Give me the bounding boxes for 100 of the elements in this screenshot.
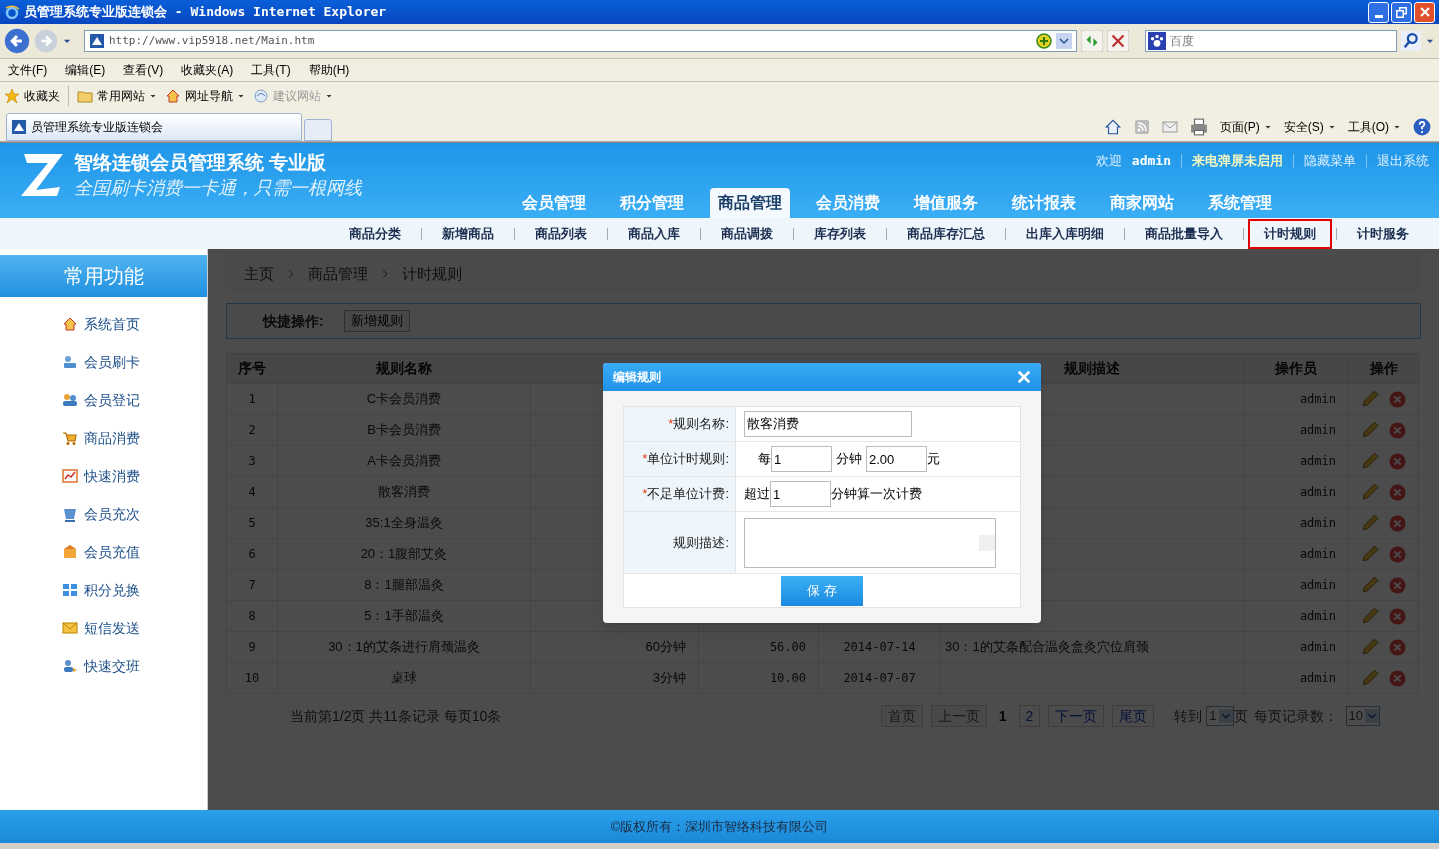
partial-prefix: 超过 bbox=[744, 485, 770, 504]
person-arrow-icon bbox=[62, 658, 78, 674]
sidebar-item[interactable]: 会员充值 bbox=[0, 533, 207, 571]
username: admin bbox=[1131, 152, 1171, 170]
subnav-tab[interactable]: 商品分类 bbox=[333, 218, 417, 249]
subnav-tab[interactable]: 商品调拨 bbox=[705, 218, 789, 249]
table-cell: 30：1的艾条配合温灸盒灸穴位肩颈 bbox=[945, 639, 1149, 655]
favorites-item[interactable]: 网址导航 bbox=[165, 87, 245, 105]
feed-button[interactable] bbox=[1133, 119, 1150, 135]
menu-item[interactable]: 查看(V) bbox=[123, 61, 164, 79]
help-button[interactable] bbox=[1413, 118, 1431, 136]
threshold-field[interactable]: 1 bbox=[770, 481, 831, 507]
minimize-button[interactable] bbox=[1368, 1, 1389, 23]
sidebar-item[interactable]: 短信发送 bbox=[0, 609, 207, 647]
favorites-item[interactable]: 收藏夹 bbox=[4, 87, 60, 105]
column-header: 规则名称 bbox=[376, 360, 432, 376]
field-label: 规则描述: bbox=[673, 533, 729, 552]
price-field[interactable]: 2.00 bbox=[866, 446, 927, 472]
slogan: 全国刷卡消费一卡通，只需一根网线 bbox=[74, 176, 362, 200]
subnav-tab[interactable]: 出库入库明细 bbox=[1010, 218, 1120, 249]
command-menu[interactable]: 页面(P) bbox=[1219, 118, 1272, 136]
menu-item[interactable]: 文件(F) bbox=[8, 61, 48, 79]
refresh-button[interactable] bbox=[1080, 30, 1103, 52]
new-tab-button[interactable] bbox=[304, 119, 332, 141]
table-cell: 10.00 bbox=[769, 671, 806, 685]
menu-item[interactable]: 工具(T) bbox=[251, 61, 291, 79]
table-cell: 7 bbox=[248, 578, 256, 592]
currency-text: 元 bbox=[927, 450, 940, 469]
nav-tab[interactable]: 商品管理 bbox=[710, 188, 790, 218]
subnav-tab[interactable]: 计时服务 bbox=[1341, 218, 1425, 249]
table-cell: admin bbox=[1299, 516, 1336, 530]
subnav-tab[interactable]: 库存列表 bbox=[798, 218, 882, 249]
table-cell: 2014-07-07 bbox=[843, 671, 916, 685]
folder-icon bbox=[77, 88, 93, 104]
minutes-field[interactable]: 1 bbox=[771, 446, 832, 472]
partial-suffix: 分钟算一次计费 bbox=[831, 485, 922, 504]
add-icon bbox=[1035, 33, 1052, 49]
sidebar-item[interactable]: 快速消费 bbox=[0, 457, 207, 495]
table-cell: B卡会员消费 bbox=[367, 422, 441, 438]
sidebar-item[interactable]: 会员充次 bbox=[0, 495, 207, 533]
table-cell: admin bbox=[1299, 392, 1336, 406]
window-title: 员管理系统专业版连锁会 - Windows Internet Explorer bbox=[24, 3, 387, 22]
sidebar-item[interactable]: 会员刷卡 bbox=[0, 343, 207, 381]
sidebar-item[interactable]: 商品消费 bbox=[0, 419, 207, 457]
subnav-tab[interactable]: 商品批量导入 bbox=[1129, 218, 1239, 249]
subnav-tab[interactable]: 商品入库 bbox=[612, 218, 696, 249]
table-cell: 桌球 bbox=[391, 670, 417, 686]
table-cell: admin bbox=[1299, 578, 1336, 592]
table-cell: admin bbox=[1299, 485, 1336, 499]
subnav-tab[interactable]: 新增商品 bbox=[426, 218, 510, 249]
table-cell: 1 bbox=[248, 392, 256, 406]
caret-icon bbox=[325, 92, 333, 100]
table-cell: 散客消费 bbox=[378, 484, 430, 500]
table-cell: 8：1腿部温灸 bbox=[364, 577, 444, 593]
command-menu[interactable]: 安全(S) bbox=[1283, 118, 1336, 136]
name-field[interactable]: 散客消费 bbox=[744, 411, 912, 437]
sidebar-item[interactable]: 快速交班 bbox=[0, 647, 207, 685]
column-header: 序号 bbox=[238, 360, 266, 376]
house-icon bbox=[62, 316, 78, 332]
table-cell: 35:1全身温灸 bbox=[365, 515, 443, 531]
minimize-icon bbox=[1374, 14, 1383, 18]
browser-tab[interactable]: 员管理系统专业版连锁会 bbox=[6, 113, 302, 141]
description-field[interactable] bbox=[744, 517, 996, 568]
close-icon[interactable] bbox=[1017, 370, 1031, 384]
menu-item[interactable]: 帮助(H) bbox=[308, 61, 350, 79]
restore-icon bbox=[1396, 6, 1407, 18]
restore-button[interactable] bbox=[1391, 1, 1412, 23]
address-field[interactable]: http://www.vip5918.net/Main.htm bbox=[84, 30, 1077, 52]
table-cell: admin bbox=[1299, 547, 1336, 561]
table-cell: 4 bbox=[248, 485, 256, 499]
home-button[interactable] bbox=[1103, 118, 1122, 136]
table-cell: 9 bbox=[248, 640, 256, 654]
command-menu[interactable]: 工具(O) bbox=[1347, 118, 1401, 136]
quick-actions-label: 快捷操作: bbox=[263, 311, 324, 331]
table-cell: admin bbox=[1299, 423, 1336, 437]
back-button[interactable] bbox=[4, 28, 30, 54]
sidebar-item[interactable]: 积分兑换 bbox=[0, 571, 207, 609]
field-label: *规则名称: bbox=[668, 415, 729, 434]
mail-button[interactable] bbox=[1161, 119, 1178, 135]
close-button[interactable] bbox=[1414, 1, 1435, 23]
table-cell: 20：1腹部艾灸 bbox=[360, 546, 448, 562]
people-icon bbox=[62, 392, 78, 408]
table-cell: 30：1的艾条进行肩颈温灸 bbox=[328, 639, 480, 655]
subnav-tab[interactable]: 商品列表 bbox=[519, 218, 603, 249]
search-field[interactable]: 百度 bbox=[1144, 30, 1397, 52]
sidebar-item[interactable]: 系统首页 bbox=[0, 305, 207, 343]
chart-icon bbox=[62, 468, 78, 484]
menu-item[interactable]: 编辑(E) bbox=[65, 61, 106, 79]
favorites-item[interactable]: 常用网站 bbox=[77, 87, 157, 105]
print-button[interactable] bbox=[1189, 118, 1208, 136]
sidebar-item[interactable]: 会员登记 bbox=[0, 381, 207, 419]
envelope-icon bbox=[62, 620, 78, 636]
search-button[interactable] bbox=[1401, 31, 1421, 51]
house-icon bbox=[165, 88, 181, 104]
subnav-tab[interactable]: 商品库存汇总 bbox=[891, 218, 1001, 249]
stop-button[interactable] bbox=[1106, 30, 1129, 52]
menu-item[interactable]: 收藏夹(A) bbox=[181, 61, 234, 79]
grid-icon bbox=[62, 582, 78, 598]
subnav-tab[interactable]: 计时规则 bbox=[1248, 218, 1332, 249]
column-header: 操作员 bbox=[1275, 360, 1317, 376]
